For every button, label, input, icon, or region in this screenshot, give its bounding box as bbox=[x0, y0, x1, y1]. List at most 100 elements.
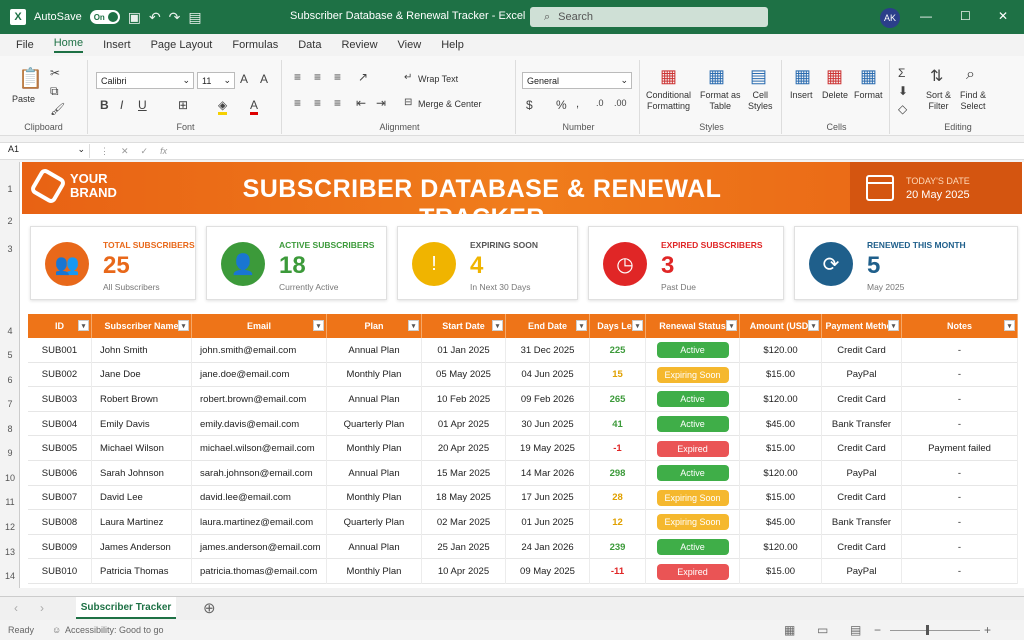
decrease-decimal-icon[interactable]: .00 bbox=[614, 98, 627, 108]
cell-styles-icon[interactable]: ▤ bbox=[750, 66, 767, 87]
filter-dropdown-icon[interactable]: ▾ bbox=[1004, 320, 1015, 331]
tab-help[interactable]: Help bbox=[441, 39, 464, 51]
table-cell[interactable]: - bbox=[902, 338, 1018, 363]
zoom-slider-thumb[interactable] bbox=[926, 625, 929, 635]
autosave-toggle[interactable]: On bbox=[89, 10, 120, 24]
copy-icon[interactable]: ⧉ bbox=[50, 84, 59, 99]
name-box[interactable]: A1 ⌄ bbox=[0, 144, 90, 158]
search-box[interactable]: ⌕ Search bbox=[530, 7, 768, 27]
column-header[interactable]: Start Date ▾ bbox=[422, 314, 506, 338]
format-painter-icon[interactable]: 🖌 bbox=[50, 102, 65, 116]
row-number[interactable]: 5 bbox=[0, 350, 20, 360]
table-cell[interactable]: michael.wilson@email.com bbox=[192, 436, 327, 461]
insert-cells-icon[interactable]: ▦ bbox=[794, 66, 811, 87]
minimize-icon[interactable]: — bbox=[920, 9, 932, 23]
borders-icon[interactable]: ⊞ bbox=[178, 98, 188, 112]
table-row[interactable]: SUB005 Michael Wilson michael.wilson@email… bbox=[28, 436, 1018, 461]
fill-color-icon[interactable]: ◈ bbox=[218, 98, 228, 115]
table-cell[interactable]: David Lee bbox=[92, 485, 192, 511]
worksheet[interactable]: YOUR BRAND SUBSCRIBER DATABASE & RENEWAL … bbox=[20, 162, 1024, 588]
tab-page-layout[interactable]: Page Layout bbox=[151, 39, 213, 51]
table-cell[interactable]: SUB002 bbox=[28, 362, 92, 388]
table-cell[interactable]: Payment failed bbox=[902, 436, 1018, 461]
table-cell[interactable]: $120.00 bbox=[740, 534, 822, 560]
table-cell[interactable]: laura.martinez@email.com bbox=[192, 510, 327, 535]
redo-icon[interactable]: ↷ bbox=[169, 9, 181, 26]
table-cell[interactable]: Annual Plan bbox=[327, 387, 422, 412]
font-color-icon[interactable]: A bbox=[250, 98, 259, 115]
table-cell[interactable]: 17 Jun 2025 bbox=[506, 485, 590, 511]
conditional-formatting-button[interactable]: Conditional Formatting bbox=[646, 90, 691, 112]
table-cell[interactable]: $120.00 bbox=[740, 338, 822, 363]
filter-dropdown-icon[interactable]: ▾ bbox=[726, 320, 737, 331]
table-cell[interactable]: 01 Jan 2025 bbox=[422, 338, 506, 363]
table-cell[interactable]: 239 bbox=[590, 534, 646, 560]
row-number[interactable]: 9 bbox=[0, 448, 20, 458]
filter-dropdown-icon[interactable]: ▾ bbox=[313, 320, 324, 331]
table-cell[interactable]: SUB004 bbox=[28, 411, 92, 437]
row-number[interactable]: 11 bbox=[0, 497, 20, 507]
find-select-button[interactable]: Find & Select bbox=[960, 90, 986, 112]
table-cell[interactable]: 25 Jan 2025 bbox=[422, 534, 506, 560]
table-cell[interactable]: Jane Doe bbox=[92, 362, 192, 388]
number-format-select[interactable]: General ⌄ bbox=[522, 72, 632, 89]
row-number[interactable]: 12 bbox=[0, 522, 20, 532]
table-cell[interactable]: $15.00 bbox=[740, 485, 822, 511]
format-as-table-button[interactable]: Format as Table bbox=[700, 90, 741, 112]
table-cell[interactable]: 18 May 2025 bbox=[422, 485, 506, 511]
table-cell[interactable]: Sarah Johnson bbox=[92, 461, 192, 486]
cell-styles-button[interactable]: Cell Styles bbox=[748, 90, 773, 112]
conditional-formatting-icon[interactable]: ▦ bbox=[660, 66, 677, 87]
tab-review[interactable]: Review bbox=[341, 39, 377, 51]
table-cell[interactable]: James Anderson bbox=[92, 534, 192, 560]
column-header[interactable]: Payment Method ▾ bbox=[822, 314, 902, 338]
close-icon[interactable]: ✕ bbox=[998, 9, 1008, 23]
table-cell[interactable]: PayPal bbox=[822, 559, 902, 584]
insert-button[interactable]: Insert bbox=[790, 90, 813, 101]
find-select-icon[interactable]: ⌕ bbox=[966, 66, 975, 84]
row-number[interactable]: 3 bbox=[0, 244, 20, 254]
table-cell[interactable]: - bbox=[902, 510, 1018, 535]
save-icon[interactable]: ▣ bbox=[128, 9, 141, 26]
table-cell[interactable]: Quarterly Plan bbox=[327, 510, 422, 535]
table-cell[interactable]: 10 Feb 2025 bbox=[422, 387, 506, 412]
normal-view-icon[interactable]: ▦ bbox=[784, 623, 795, 637]
delete-cells-icon[interactable]: ▦ bbox=[826, 66, 843, 87]
column-header[interactable]: Plan ▾ bbox=[327, 314, 422, 338]
table-cell[interactable]: -1 bbox=[590, 436, 646, 461]
table-cell[interactable]: Active bbox=[646, 338, 740, 363]
table-cell[interactable]: 01 Apr 2025 bbox=[422, 411, 506, 437]
table-row[interactable]: SUB004 Emily Davis emily.davis@email.com Qu… bbox=[28, 411, 1018, 437]
table-cell[interactable]: 14 Mar 2026 bbox=[506, 461, 590, 486]
column-header[interactable]: Days Left ▾ bbox=[590, 314, 646, 338]
table-row[interactable]: SUB003 Robert Brown robert.brown@email.com… bbox=[28, 387, 1018, 412]
table-cell[interactable]: Credit Card bbox=[822, 485, 902, 511]
fx-icon[interactable]: fx bbox=[160, 146, 167, 156]
table-row[interactable]: SUB009 James Anderson james.anderson@email… bbox=[28, 534, 1018, 560]
table-cell[interactable]: 265 bbox=[590, 387, 646, 412]
table-cell[interactable]: 09 May 2025 bbox=[506, 559, 590, 584]
table-cell[interactable]: Expiring Soon bbox=[646, 510, 740, 535]
row-number[interactable]: 14 bbox=[0, 571, 20, 581]
format-as-table-icon[interactable]: ▦ bbox=[708, 66, 725, 87]
table-cell[interactable]: Expiring Soon bbox=[646, 485, 740, 511]
table-cell[interactable]: - bbox=[902, 485, 1018, 511]
grow-font-icon[interactable]: A bbox=[240, 72, 248, 86]
delete-button[interactable]: Delete bbox=[822, 90, 848, 101]
row-number[interactable]: 10 bbox=[0, 473, 20, 483]
tab-data[interactable]: Data bbox=[298, 39, 321, 51]
table-cell[interactable]: - bbox=[902, 362, 1018, 388]
shrink-font-icon[interactable]: A bbox=[260, 72, 268, 86]
filter-dropdown-icon[interactable]: ▾ bbox=[888, 320, 899, 331]
column-header[interactable]: Notes ▾ bbox=[902, 314, 1018, 338]
merge-icon[interactable]: ⊟ bbox=[404, 97, 412, 108]
table-cell[interactable]: 28 bbox=[590, 485, 646, 511]
table-cell[interactable]: 01 Jun 2025 bbox=[506, 510, 590, 535]
table-cell[interactable]: 09 Feb 2026 bbox=[506, 387, 590, 412]
underline-icon[interactable]: U bbox=[138, 98, 147, 112]
table-row[interactable]: SUB010 Patricia Thomas patricia.thomas@ema… bbox=[28, 559, 1018, 584]
table-cell[interactable]: 12 bbox=[590, 510, 646, 535]
increase-decimal-icon[interactable]: .0 bbox=[596, 98, 604, 108]
table-cell[interactable]: patricia.thomas@email.com bbox=[192, 559, 327, 584]
filter-dropdown-icon[interactable]: ▾ bbox=[808, 320, 819, 331]
